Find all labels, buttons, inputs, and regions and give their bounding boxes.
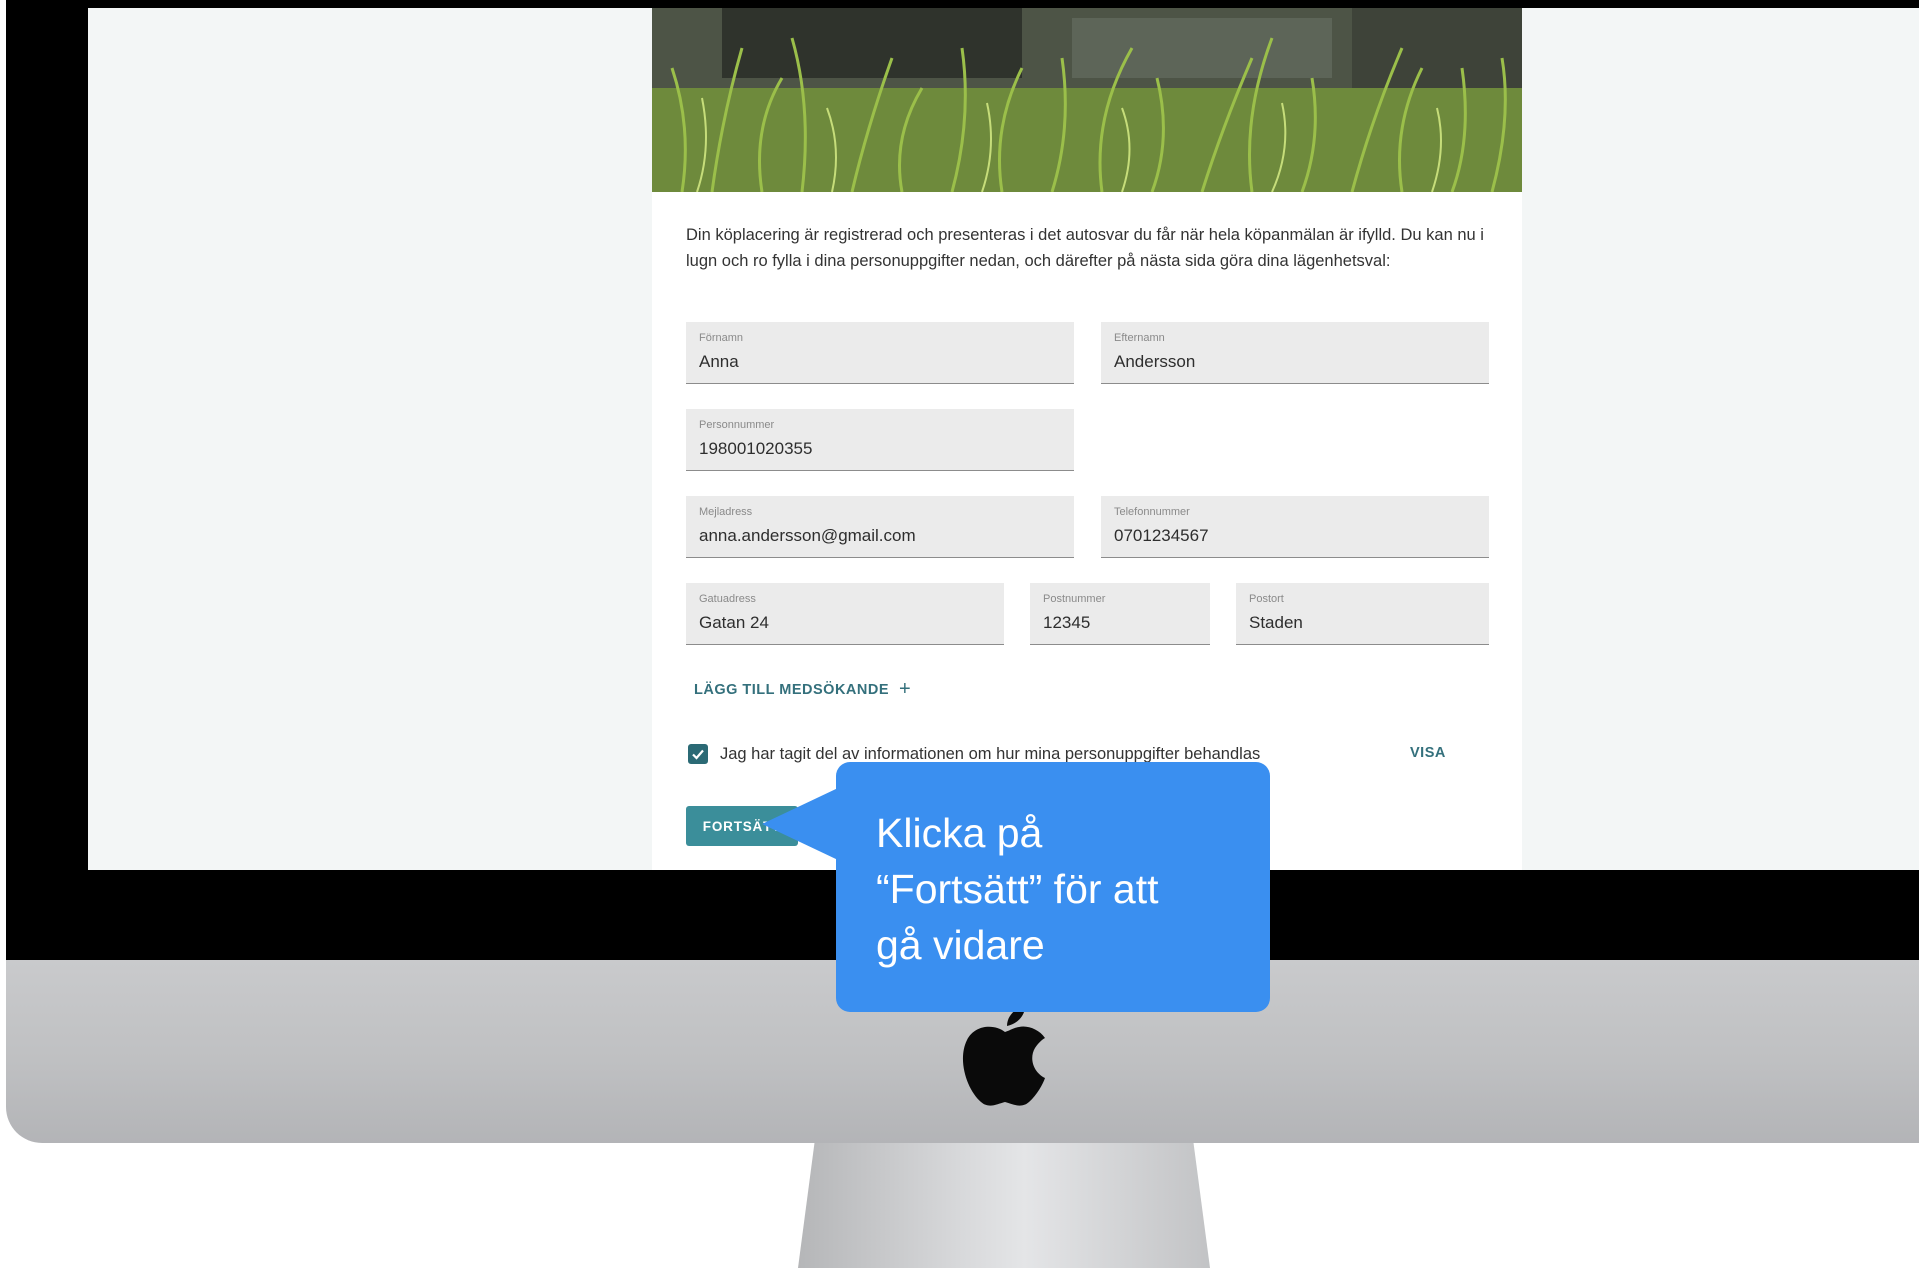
apple-logo-icon (962, 1006, 1045, 1106)
city-input[interactable] (1249, 613, 1465, 633)
intro-text: Din köplacering är registrerad och prese… (686, 226, 1484, 270)
hero-image (652, 8, 1522, 192)
street-input[interactable] (699, 613, 970, 633)
add-co-applicant-link[interactable]: LÄGG TILL MEDSÖKANDE + (694, 678, 911, 701)
instruction-callout: Klicka på “Fortsätt” för att gå vidare (836, 762, 1270, 1012)
consent-checkbox[interactable] (688, 744, 708, 764)
personal-number-label: Personnummer (699, 419, 775, 431)
add-co-applicant-label: LÄGG TILL MEDSÖKANDE (694, 681, 890, 698)
personal-number-input[interactable] (699, 439, 1029, 459)
last-name-input[interactable] (1114, 352, 1444, 372)
check-icon (692, 749, 704, 760)
personal-number-field[interactable]: Personnummer (686, 409, 1074, 471)
postal-code-input[interactable] (1043, 613, 1196, 633)
monitor-stand (798, 1143, 1210, 1268)
plus-icon: + (899, 678, 912, 700)
phone-field[interactable]: Telefonnummer (1101, 496, 1489, 558)
street-label: Gatuadress (699, 593, 756, 605)
last-name-label: Efternamn (1114, 332, 1165, 344)
callout-text: Klicka på “Fortsätt” för att gå vidare (876, 810, 1159, 968)
consent-row: Jag har tagit del av informationen om hu… (688, 744, 1260, 764)
email-input[interactable] (699, 526, 1029, 546)
form-card: Din köplacering är registrerad och prese… (652, 8, 1522, 870)
city-label: Postort (1249, 593, 1284, 605)
grass-illustration (652, 8, 1522, 192)
callout-pointer (762, 788, 838, 860)
phone-input[interactable] (1114, 526, 1444, 546)
email-label: Mejladress (699, 506, 753, 518)
postal-code-field[interactable]: Postnummer (1030, 583, 1210, 645)
phone-label: Telefonnummer (1114, 506, 1190, 518)
first-name-label: Förnamn (699, 332, 744, 344)
postal-code-label: Postnummer (1043, 593, 1106, 605)
consent-label: Jag har tagit del av informationen om hu… (720, 744, 1261, 763)
screen: Din köplacering är registrerad och prese… (88, 8, 1919, 870)
show-info-link[interactable]: VISA (1410, 745, 1446, 761)
first-name-field[interactable]: Förnamn (686, 322, 1074, 384)
last-name-field[interactable]: Efternamn (1101, 322, 1489, 384)
email-field[interactable]: Mejladress (686, 496, 1074, 558)
street-field[interactable]: Gatuadress (686, 583, 1004, 645)
city-field[interactable]: Postort (1236, 583, 1489, 645)
first-name-input[interactable] (699, 352, 1029, 372)
